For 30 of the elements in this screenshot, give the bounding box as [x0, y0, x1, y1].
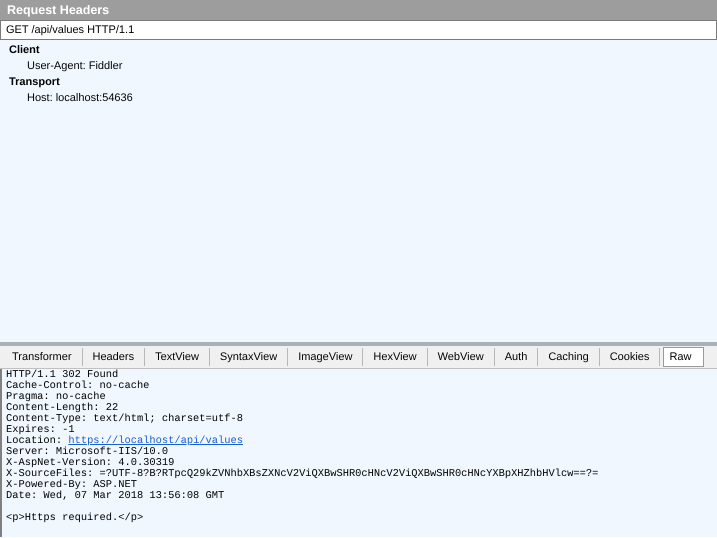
url-link[interactable]: https://localhost/api/values	[68, 435, 243, 447]
header-group-label[interactable]: Transport	[0, 74, 60, 90]
tab[interactable]: Raw	[663, 347, 704, 367]
header-group-label[interactable]: Client	[0, 42, 40, 58]
tab[interactable]: Cookies	[600, 348, 660, 366]
response-line: HTTP/1.1 302 Found	[6, 370, 118, 381]
tab[interactable]: ImageView	[288, 348, 364, 366]
tab[interactable]: SyntaxView	[210, 348, 288, 366]
response-line: X-SourceFiles: =?UTF-8?B?RTpcQ29kZVNhbXBsZXNcV2ViQXBwSHR0cHNcV2ViQXBwSHR0cHNcYXBpXHZhbHVlcw==?=	[6, 469, 598, 480]
tab[interactable]: HexView	[363, 348, 428, 366]
response-line: X-Powered-By: ASP.NET	[6, 480, 137, 491]
tab[interactable]: WebView	[428, 348, 495, 366]
response-line: Date: Wed, 07 Mar 2018 13:56:08 GMT	[6, 491, 224, 502]
tab[interactable]: Caching	[538, 348, 600, 366]
tab[interactable]: TextView	[145, 348, 210, 366]
response-line: X-AspNet-Version: 4.0.30319	[6, 458, 174, 469]
response-line: Expires: -1	[6, 425, 75, 436]
header-entry[interactable]: Host: localhost:54636	[0, 90, 133, 106]
panel-title: Request Headers	[0, 0, 717, 20]
tab[interactable]: Transformer	[2, 348, 82, 366]
response-line: Content-Type: text/html; charset=utf-8	[6, 414, 243, 425]
response-line: Server: Microsoft-IIS/10.0	[6, 447, 168, 458]
response-line: Location:	[6, 435, 62, 447]
response-line: Cache-Control: no-cache	[6, 381, 150, 392]
response-line: Pragma: no-cache	[6, 392, 106, 403]
response-body: <p>Https required.</p>	[6, 513, 144, 524]
header-entry[interactable]: User-Agent: Fiddler	[0, 58, 122, 74]
response-line: Content-Length: 22	[6, 403, 118, 414]
tab[interactable]: Headers	[82, 348, 146, 366]
tab[interactable]: Auth	[494, 348, 538, 366]
